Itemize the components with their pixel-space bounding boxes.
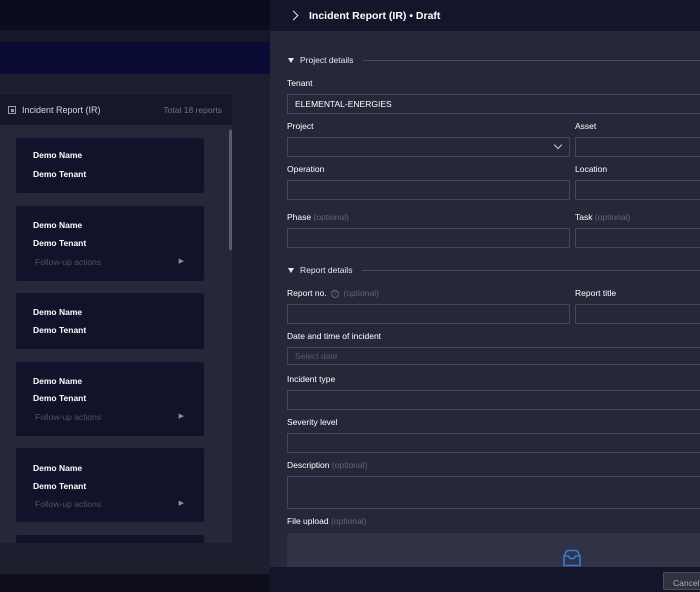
datetime-label: Date and time of incident bbox=[287, 331, 382, 341]
datetime-placeholder: Select date bbox=[295, 351, 338, 361]
incident-type-select[interactable] bbox=[287, 390, 700, 410]
caret-right-icon: ▶ bbox=[178, 413, 184, 420]
report-no-input[interactable] bbox=[287, 304, 570, 324]
tenant-field[interactable]: ELEMENTAL-ENERGIES bbox=[287, 94, 700, 114]
report-card-tenant: Demo Tenant bbox=[33, 325, 87, 335]
report-card-name: Demo Name bbox=[33, 150, 83, 160]
caret-right-icon: ▶ bbox=[178, 500, 184, 507]
operation-select[interactable] bbox=[287, 180, 570, 200]
report-details-heading: Report details bbox=[300, 265, 353, 275]
file-upload-label-text: File upload bbox=[287, 516, 329, 526]
report-details-section-toggle[interactable]: Report details bbox=[288, 265, 700, 275]
description-textarea[interactable] bbox=[287, 476, 700, 509]
report-card[interactable]: Demo Name Demo Tenant Follow-up actions … bbox=[16, 206, 204, 281]
cancel-button[interactable]: Cancel bbox=[663, 572, 700, 590]
drawer-title: Incident Report (IR) • Draft bbox=[309, 9, 441, 22]
report-card-name: Demo Name bbox=[33, 220, 83, 230]
report-card[interactable]: Demo Name Demo Tenant Follow-up actions … bbox=[16, 448, 204, 522]
incident-report-drawer: Incident Report (IR) • Draft Project det… bbox=[270, 0, 700, 592]
report-card-tenant: Demo Tenant bbox=[33, 481, 87, 491]
chevron-right-icon[interactable] bbox=[288, 10, 299, 21]
report-card[interactable]: Demo Name Demo Tenant bbox=[16, 293, 204, 349]
follow-up-actions-label: Follow-up actions bbox=[35, 499, 102, 509]
file-upload-label: File upload (optional) bbox=[287, 516, 366, 526]
section-divider bbox=[363, 59, 700, 61]
project-label: Project bbox=[287, 121, 314, 131]
operation-label: Operation bbox=[287, 164, 325, 174]
description-label: Description (optional) bbox=[287, 460, 367, 470]
reports-total-count: Total 18 reports bbox=[163, 105, 222, 115]
report-card-name: Demo Name bbox=[33, 376, 83, 386]
incident-type-label: Incident type bbox=[287, 374, 336, 384]
reports-panel-title: Incident Report (IR) bbox=[22, 105, 101, 115]
drawer-footer bbox=[270, 567, 700, 592]
phase-label-text: Phase bbox=[287, 212, 312, 222]
report-card[interactable] bbox=[16, 535, 204, 543]
datetime-picker[interactable]: Select date bbox=[287, 347, 700, 365]
location-select[interactable] bbox=[575, 180, 700, 200]
optional-tag: (optional) bbox=[343, 288, 379, 298]
task-label-text: Task bbox=[575, 212, 593, 222]
report-card-tenant: Demo Tenant bbox=[33, 169, 87, 179]
tenant-value: ELEMENTAL-ENERGIES bbox=[295, 99, 392, 109]
location-label: Location bbox=[575, 164, 608, 174]
follow-up-actions-link[interactable]: Follow-up actions ▶ bbox=[35, 499, 184, 509]
follow-up-actions-link[interactable]: Follow-up actions ▶ bbox=[35, 257, 184, 267]
report-card-name: Demo Name bbox=[33, 307, 83, 317]
task-label: Task (optional) bbox=[575, 212, 630, 222]
optional-tag: (optional) bbox=[331, 460, 368, 470]
optional-tag: (optional) bbox=[313, 212, 349, 222]
severity-select[interactable] bbox=[287, 433, 700, 453]
severity-label: Severity level bbox=[287, 417, 338, 427]
follow-up-actions-label: Follow-up actions bbox=[35, 257, 102, 267]
report-title-label: Report title bbox=[575, 288, 617, 298]
report-no-label-text: Report no. bbox=[287, 288, 327, 298]
project-select[interactable] bbox=[287, 137, 570, 157]
reports-panel-header: Incident Report (IR) Total 18 reports bbox=[0, 95, 232, 125]
inbox-tray-icon bbox=[563, 549, 581, 567]
asset-select[interactable] bbox=[575, 137, 700, 157]
chevron-down-icon bbox=[553, 140, 563, 150]
caret-down-icon bbox=[288, 267, 294, 273]
task-select[interactable] bbox=[575, 228, 700, 248]
caret-down-icon bbox=[288, 57, 294, 63]
asset-label: Asset bbox=[575, 121, 597, 131]
optional-tag: (optional) bbox=[594, 212, 631, 222]
report-card[interactable]: Demo Name Demo Tenant Follow-up actions … bbox=[16, 362, 204, 436]
project-details-section-toggle[interactable]: Project details bbox=[288, 55, 700, 65]
tenant-label: Tenant bbox=[287, 78, 313, 88]
report-card-tenant: Demo Tenant bbox=[33, 393, 87, 403]
report-title-input[interactable] bbox=[575, 304, 700, 324]
follow-up-actions-link[interactable]: Follow-up actions ▶ bbox=[35, 412, 184, 422]
caret-right-icon: ▶ bbox=[178, 258, 184, 265]
phase-select[interactable] bbox=[287, 228, 570, 248]
question-circle-icon[interactable]: ? bbox=[331, 289, 340, 298]
drawer-header: Incident Report (IR) • Draft bbox=[270, 0, 700, 31]
report-card-name: Demo Name bbox=[33, 463, 83, 473]
report-card[interactable]: Demo Name Demo Tenant bbox=[16, 138, 204, 193]
report-card-tenant: Demo Tenant bbox=[33, 238, 87, 248]
reports-panel: Incident Report (IR) Total 18 reports De… bbox=[0, 95, 232, 543]
description-label-text: Description bbox=[287, 460, 330, 470]
reports-panel-scrollbar[interactable] bbox=[229, 130, 232, 250]
section-divider bbox=[362, 269, 700, 271]
follow-up-actions-label: Follow-up actions bbox=[35, 412, 102, 422]
report-no-label: Report no. ? (optional) bbox=[287, 288, 379, 298]
report-type-icon bbox=[8, 106, 16, 114]
optional-tag: (optional) bbox=[330, 516, 367, 526]
phase-label: Phase (optional) bbox=[287, 212, 349, 222]
project-details-heading: Project details bbox=[300, 55, 354, 65]
